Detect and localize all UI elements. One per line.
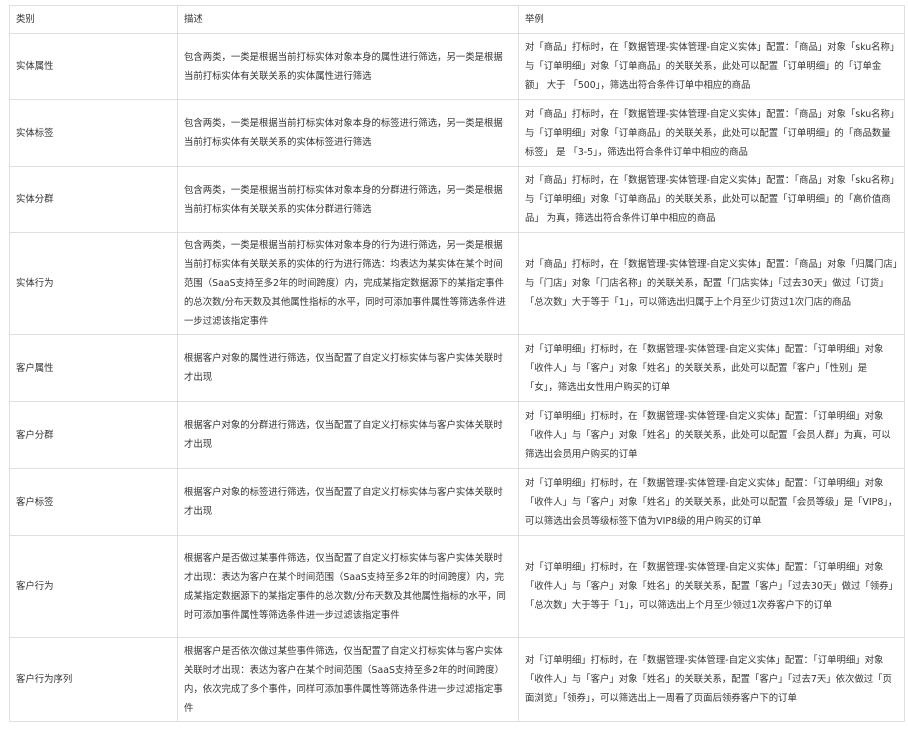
cell-category: 实体标签 xyxy=(9,99,178,167)
cell-category: 客户属性 xyxy=(9,334,178,402)
cell-description: 根据客户对象的标签进行筛选，仅当配置了自定义打标实体与客户实体关联时才出现 xyxy=(177,468,519,536)
cell-example: 对「订单明细」打标时，在「数据管理-实体管理-自定义实体」配置：「订单明细」对象… xyxy=(518,637,905,722)
filter-category-table-container: 类别 描述 举例 实体属性 包含两类，一类是根据当前打标实体对象本身的属性进行筛… xyxy=(9,5,905,722)
table-row: 客户行为序列 根据客户是否依次做过某些事件筛选，仅当配置了自定义打标实体与客户实… xyxy=(9,637,905,722)
cell-category: 客户行为 xyxy=(9,535,178,638)
table-row: 客户属性 根据客户对象的属性进行筛选，仅当配置了自定义打标实体与客户实体关联时才… xyxy=(9,334,905,402)
cell-example: 对「商品」打标时，在「数据管理-实体管理-自定义实体」配置：「商品」对象「sku… xyxy=(518,33,905,100)
cell-example: 对「商品」打标时，在「数据管理-实体管理-自定义实体」配置：「商品」对象「sku… xyxy=(518,99,905,167)
cell-description: 根据客户是否依次做过某些事件筛选，仅当配置了自定义打标实体与客户实体关联时才出现… xyxy=(177,637,519,722)
cell-description: 根据客户是否做过某事件筛选，仅当配置了自定义打标实体与客户实体关联时才出现：表达… xyxy=(177,535,519,638)
table-row: 实体行为 包含两类，一类是根据当前打标实体对象本身的行为进行筛选，另一类是根据当… xyxy=(9,232,905,335)
cell-category: 实体行为 xyxy=(9,232,178,335)
table-header-row: 类别 描述 举例 xyxy=(9,5,905,34)
table-row: 实体属性 包含两类，一类是根据当前打标实体对象本身的属性进行筛选，另一类是根据当… xyxy=(9,33,905,100)
cell-example: 对「商品」打标时，在「数据管理-实体管理-自定义实体」配置：「商品」对象「sku… xyxy=(518,166,905,233)
cell-category: 客户标签 xyxy=(9,468,178,536)
cell-category: 实体属性 xyxy=(9,33,178,100)
cell-category: 客户分群 xyxy=(9,401,178,469)
cell-example: 对「订单明细」打标时，在「数据管理-实体管理-自定义实体」配置：「订单明细」对象… xyxy=(518,334,905,402)
header-category: 类别 xyxy=(9,5,178,34)
cell-description: 包含两类，一类是根据当前打标实体对象本身的行为进行筛选，另一类是根据当前打标实体… xyxy=(177,232,519,335)
table-row: 客户标签 根据客户对象的标签进行筛选，仅当配置了自定义打标实体与客户实体关联时才… xyxy=(9,468,905,536)
table-row: 客户行为 根据客户是否做过某事件筛选，仅当配置了自定义打标实体与客户实体关联时才… xyxy=(9,535,905,638)
table-row: 实体分群 包含两类，一类是根据当前打标实体对象本身的分群进行筛选，另一类是根据当… xyxy=(9,166,905,233)
header-example: 举例 xyxy=(518,5,905,34)
cell-category: 客户行为序列 xyxy=(9,637,178,722)
cell-description: 根据客户对象的分群进行筛选，仅当配置了自定义打标实体与客户实体关联时才出现 xyxy=(177,401,519,469)
cell-description: 包含两类，一类是根据当前打标实体对象本身的分群进行筛选，另一类是根据当前打标实体… xyxy=(177,166,519,233)
cell-example: 对「商品」打标时，在「数据管理-实体管理-自定义实体」配置：「商品」对象「归属门… xyxy=(518,232,905,335)
header-description: 描述 xyxy=(177,5,519,34)
cell-example: 对「订单明细」打标时，在「数据管理-实体管理-自定义实体」配置：「订单明细」对象… xyxy=(518,535,905,638)
table-row: 实体标签 包含两类，一类是根据当前打标实体对象本身的标签进行筛选，另一类是根据当… xyxy=(9,99,905,167)
cell-description: 根据客户对象的属性进行筛选，仅当配置了自定义打标实体与客户实体关联时才出现 xyxy=(177,334,519,402)
filter-category-table: 类别 描述 举例 实体属性 包含两类，一类是根据当前打标实体对象本身的属性进行筛… xyxy=(9,5,905,722)
cell-example: 对「订单明细」打标时，在「数据管理-实体管理-自定义实体」配置：「订单明细」对象… xyxy=(518,468,905,536)
table-row: 客户分群 根据客户对象的分群进行筛选，仅当配置了自定义打标实体与客户实体关联时才… xyxy=(9,401,905,469)
cell-description: 包含两类，一类是根据当前打标实体对象本身的属性进行筛选，另一类是根据当前打标实体… xyxy=(177,33,519,100)
cell-example: 对「订单明细」打标时，在「数据管理-实体管理-自定义实体」配置：「订单明细」对象… xyxy=(518,401,905,469)
cell-description: 包含两类，一类是根据当前打标实体对象本身的标签进行筛选，另一类是根据当前打标实体… xyxy=(177,99,519,167)
cell-category: 实体分群 xyxy=(9,166,178,233)
